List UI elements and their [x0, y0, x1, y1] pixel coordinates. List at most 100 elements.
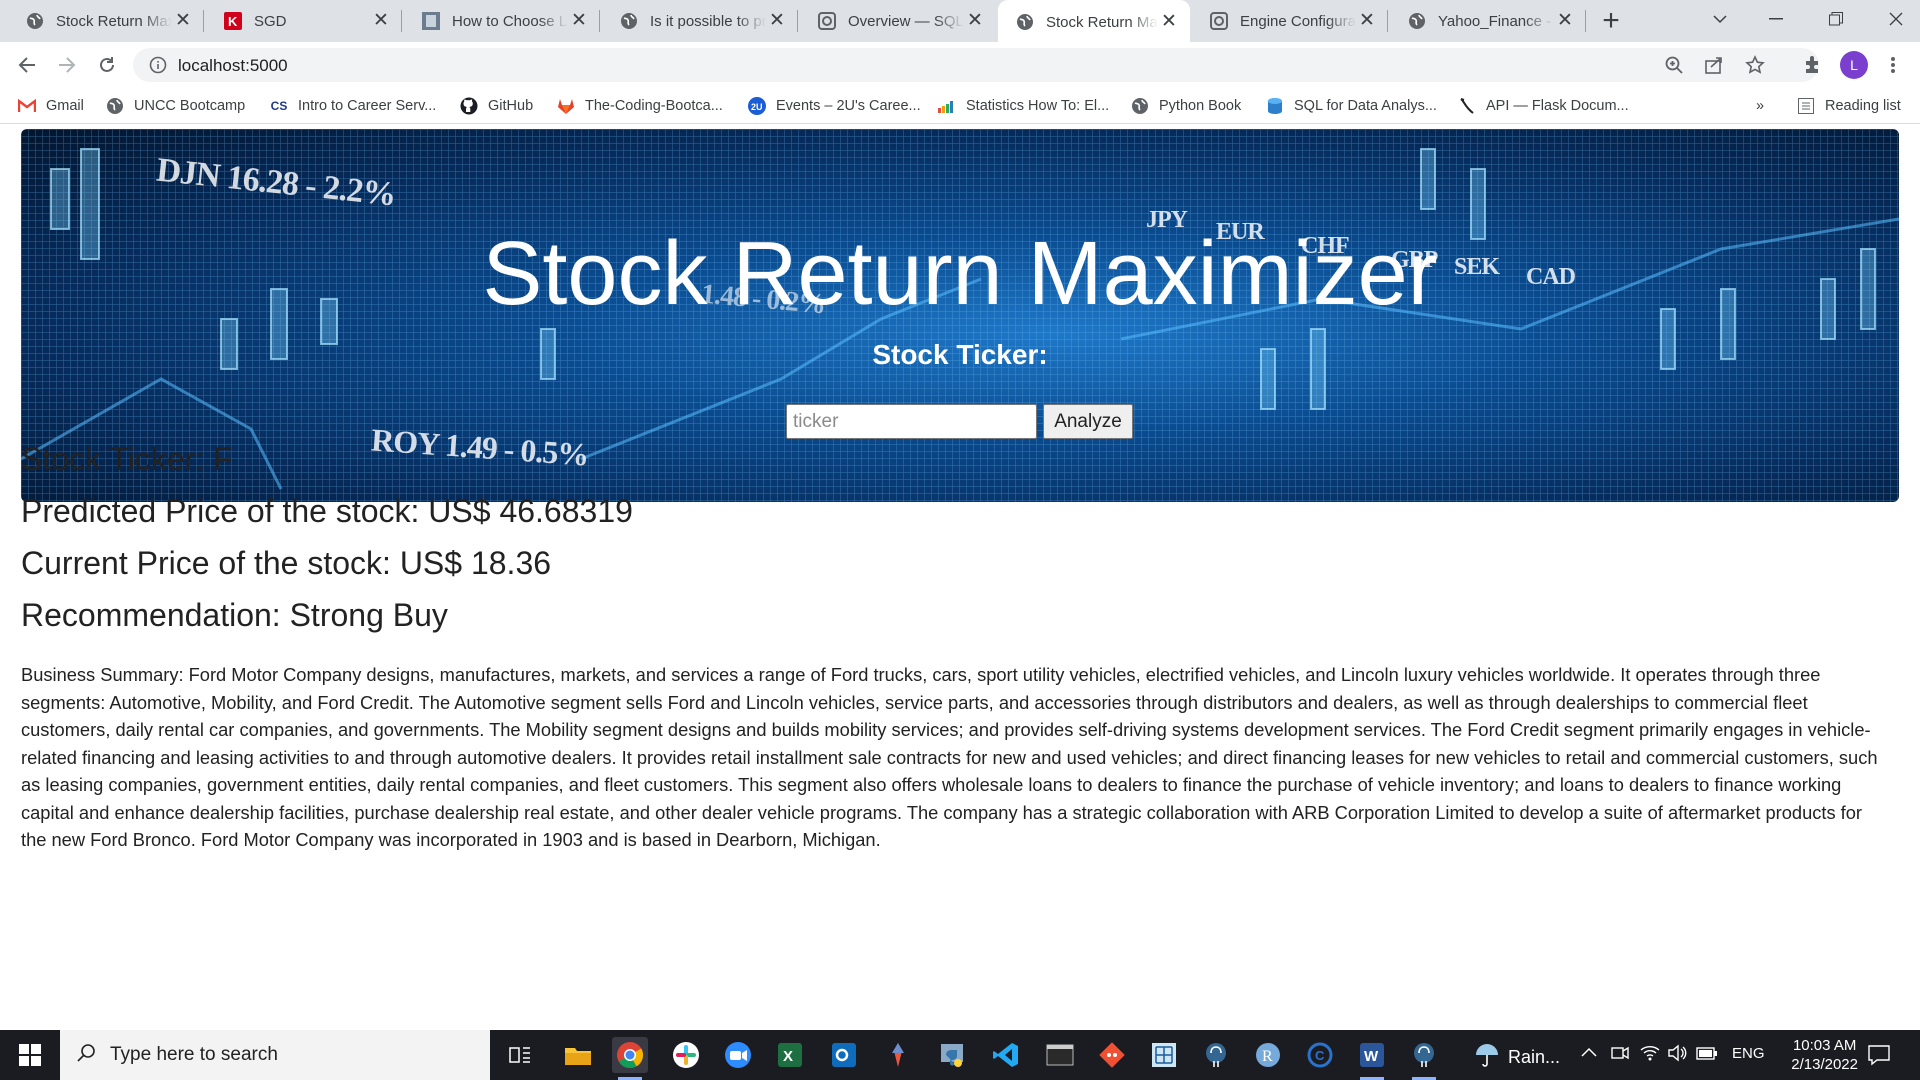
close-tab-icon[interactable]: ✕	[370, 10, 392, 32]
git-icon[interactable]	[1094, 1037, 1130, 1073]
tab-sgd[interactable]: K SGD ✕	[206, 0, 402, 42]
share-icon[interactable]	[1705, 56, 1723, 79]
bookmark-2u-events[interactable]: 2U Events – 2U's Caree...	[748, 95, 921, 117]
database-icon	[1266, 97, 1284, 115]
flask-icon	[1458, 97, 1476, 115]
bookmark-label: Gmail	[46, 98, 84, 114]
bookmark-star-icon[interactable]	[1745, 55, 1765, 80]
tab-title: Stock Return Maximizer	[56, 12, 172, 30]
bookmark-github[interactable]: GitHub	[460, 95, 533, 117]
zoom-icon[interactable]	[720, 1037, 756, 1073]
excel-icon[interactable]: X	[772, 1037, 808, 1073]
back-button[interactable]	[9, 47, 45, 83]
weather-widget[interactable]: Rain...	[1474, 1042, 1560, 1073]
bookmark-career-services[interactable]: CS Intro to Career Serv...	[270, 95, 437, 117]
globe-icon	[1131, 97, 1149, 115]
postgres-icon[interactable]	[1198, 1037, 1234, 1073]
python-icon[interactable]	[934, 1037, 970, 1073]
k-logo-icon: K	[224, 12, 242, 30]
bookmark-label: API — Flask Docum...	[1486, 98, 1629, 114]
reading-list-icon	[1797, 97, 1815, 115]
notifications-icon[interactable]	[1868, 1044, 1890, 1071]
close-tab-icon[interactable]: ✕	[964, 10, 986, 32]
clock[interactable]: 10:03 AM 2/13/2022	[1791, 1036, 1858, 1074]
profile-avatar[interactable]: L	[1840, 51, 1868, 79]
gitlab-icon	[557, 97, 575, 115]
bookmark-statistics-how-to[interactable]: Statistics How To: El...	[938, 95, 1109, 117]
clock-date: 2/13/2022	[1791, 1056, 1858, 1073]
thumbnail-icon	[422, 12, 440, 30]
slack-icon[interactable]	[668, 1037, 704, 1073]
tab-print[interactable]: Is it possible to print ✕	[602, 0, 798, 42]
ticker-input[interactable]	[786, 404, 1037, 439]
coursera-icon[interactable]: C	[1302, 1037, 1338, 1073]
menu-kebab-icon[interactable]	[1875, 47, 1911, 83]
forward-button[interactable]	[49, 47, 85, 83]
battery-icon[interactable]	[1696, 1047, 1718, 1066]
bookmark-label: The-Coding-Bootca...	[585, 98, 723, 114]
bookmark-uncc-bootcamp[interactable]: UNCC Bootcamp	[106, 95, 245, 117]
tab-title: Stock Return Maximizer	[1046, 13, 1158, 31]
tab-loss-functions[interactable]: How to Choose Loss Functions ✕	[404, 0, 600, 42]
file-explorer-icon[interactable]	[560, 1037, 596, 1073]
bookmark-label: Python Book	[1159, 98, 1242, 114]
globe-icon	[26, 12, 44, 30]
bookmark-gmail[interactable]: Gmail	[18, 95, 84, 117]
start-button[interactable]	[0, 1030, 60, 1080]
hero-banner: DJN 16.28 - 2.2% JPY EUR CHF GBP SEK CAD…	[21, 129, 1899, 502]
bookmark-python-book[interactable]: Python Book	[1131, 95, 1241, 117]
tray-chevron-icon[interactable]	[1581, 1045, 1597, 1063]
chrome-icon[interactable]	[612, 1037, 648, 1080]
r-icon[interactable]: R	[1250, 1037, 1286, 1073]
taskbar-search[interactable]: Type here to search	[60, 1030, 490, 1080]
tab-sqlalchemy-overview[interactable]: Overview — SQLAlchemy ✕	[800, 0, 996, 42]
volume-icon[interactable]	[1668, 1044, 1688, 1067]
word-icon[interactable]: W	[1354, 1037, 1390, 1080]
bookmark-flask-api[interactable]: API — Flask Docum...	[1458, 95, 1629, 117]
info-icon[interactable]	[149, 56, 167, 79]
sourcetree-icon[interactable]	[1146, 1037, 1182, 1073]
close-tab-icon[interactable]: ✕	[766, 10, 788, 32]
close-tab-icon[interactable]: ✕	[568, 10, 590, 32]
terminal-icon[interactable]	[1042, 1037, 1078, 1073]
new-tab-button[interactable]: +	[1597, 4, 1625, 38]
tab-stock-return-active[interactable]: Stock Return Maximizer ✕	[998, 0, 1190, 44]
pgadmin-icon[interactable]	[1406, 1037, 1442, 1080]
minimize-button[interactable]	[1746, 0, 1806, 38]
bookmarks-overflow-button[interactable]: »	[1756, 95, 1764, 117]
globe-icon	[1016, 13, 1034, 31]
tab-yahoo-finance[interactable]: Yahoo_Finance - Jupyter ✕	[1390, 0, 1586, 42]
github-icon	[460, 97, 478, 115]
wifi-icon[interactable]	[1640, 1044, 1660, 1067]
tab-search-icon[interactable]	[1690, 0, 1750, 38]
restore-button[interactable]	[1806, 0, 1866, 38]
tab-stock-return-1[interactable]: Stock Return Maximizer ✕	[8, 0, 204, 42]
meet-now-icon[interactable]	[1610, 1043, 1630, 1068]
stats-icon	[938, 97, 956, 115]
reading-list-button[interactable]: Reading list	[1797, 95, 1901, 117]
reload-button[interactable]	[89, 47, 125, 83]
tab-engine-configuration[interactable]: Engine Configuration ✕	[1192, 0, 1388, 42]
bookmark-coding-bootcamp[interactable]: The-Coding-Bootca...	[557, 95, 723, 117]
task-view-icon[interactable]	[502, 1037, 538, 1073]
close-tab-icon[interactable]: ✕	[1356, 10, 1378, 32]
url-text[interactable]: localhost:5000	[178, 56, 288, 76]
bookmark-sql-data-analysis[interactable]: SQL for Data Analys...	[1266, 95, 1437, 117]
zoom-icon[interactable]	[1665, 56, 1683, 79]
tab-title: Is it possible to print	[650, 12, 766, 30]
tab-title: How to Choose Loss Functions	[452, 12, 568, 30]
bookmarks-bar: Gmail UNCC Bootcamp CS Intro to Career S…	[0, 88, 1920, 124]
outlook-icon[interactable]	[826, 1037, 862, 1073]
close-tab-icon[interactable]: ✕	[172, 10, 194, 32]
extensions-icon[interactable]	[1795, 47, 1831, 83]
vscode-icon[interactable]	[988, 1037, 1024, 1073]
close-tab-icon[interactable]: ✕	[1554, 10, 1576, 32]
ticker-input-label: Stock Ticker:	[872, 339, 1048, 370]
close-tab-icon[interactable]: ✕	[1158, 11, 1180, 33]
analyze-button[interactable]: Analyze	[1043, 404, 1133, 439]
git-gui-icon[interactable]	[880, 1037, 916, 1073]
svg-text:R: R	[1262, 1048, 1273, 1065]
close-window-button[interactable]	[1866, 0, 1920, 38]
address-bar[interactable]: localhost:5000	[133, 48, 1819, 82]
language-indicator[interactable]: ENG	[1732, 1045, 1765, 1062]
